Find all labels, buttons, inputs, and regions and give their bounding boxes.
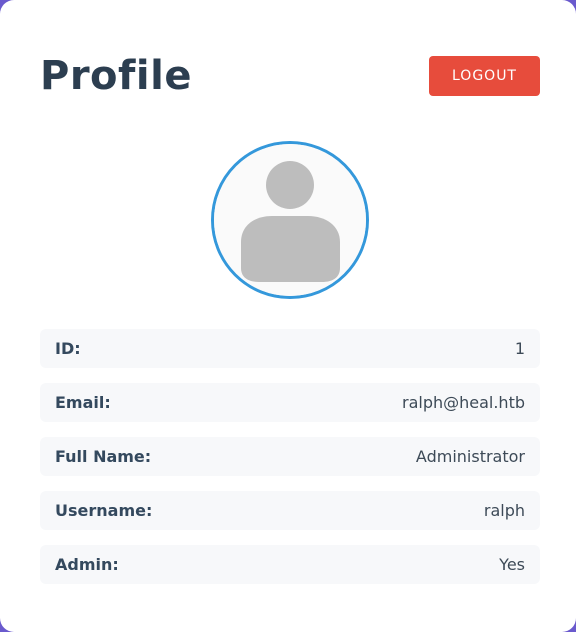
field-row-email: Email: ralph@heal.htb (40, 383, 540, 422)
field-value: ralph@heal.htb (401, 393, 525, 412)
profile-fields: ID: 1 Email: ralph@heal.htb Full Name: A… (40, 329, 540, 599)
profile-card: Profile LOGOUT ID: 1 Email: ralph@heal.h… (0, 0, 576, 632)
field-row-admin: Admin: Yes (40, 545, 540, 584)
field-label: Email: (55, 393, 111, 412)
field-row-id: ID: 1 (40, 329, 540, 368)
field-label: Admin: (55, 555, 119, 574)
user-silhouette-icon (214, 144, 366, 296)
field-value: Yes (499, 555, 525, 574)
field-label: Full Name: (55, 447, 152, 466)
avatar (211, 141, 369, 299)
profile-header: Profile LOGOUT (40, 52, 540, 100)
logout-button[interactable]: LOGOUT (429, 56, 540, 96)
field-label: Username: (55, 501, 153, 520)
field-label: ID: (55, 339, 81, 358)
field-value: ralph (483, 501, 525, 520)
field-row-full-name: Full Name: Administrator (40, 437, 540, 476)
field-value: 1 (514, 339, 525, 358)
field-row-username: Username: ralph (40, 491, 540, 530)
field-value: Administrator (415, 447, 525, 466)
page-title: Profile (40, 53, 192, 99)
